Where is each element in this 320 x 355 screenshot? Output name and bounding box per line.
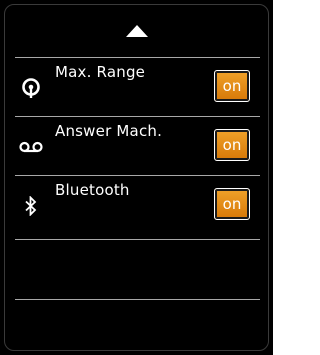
answer-machine-toggle[interactable]: on	[214, 129, 250, 161]
setting-label: Max. Range	[55, 63, 146, 81]
setting-row-answer-machine: Answer Mach. on	[5, 117, 268, 175]
settings-panel: Max. Range on Answer Mach. on Bluetooth …	[4, 4, 269, 351]
triangle-up-icon	[125, 25, 148, 37]
bluetooth-toggle[interactable]: on	[214, 188, 250, 220]
phone-screen: Max. Range on Answer Mach. on Bluetooth …	[0, 0, 273, 355]
divider	[15, 299, 260, 300]
setting-label: Bluetooth	[55, 181, 130, 199]
divider	[15, 239, 260, 240]
setting-label: Answer Mach.	[55, 122, 163, 140]
setting-row-max-range: Max. Range on	[5, 58, 268, 116]
toggle-label: on	[222, 136, 242, 154]
range-signal-icon	[19, 76, 43, 100]
setting-row-bluetooth: Bluetooth on	[5, 176, 268, 234]
scroll-up-button[interactable]	[5, 5, 268, 57]
bluetooth-icon	[19, 194, 43, 218]
toggle-label: on	[222, 77, 242, 95]
voicemail-icon	[19, 135, 43, 159]
toggle-label: on	[222, 195, 242, 213]
max-range-toggle[interactable]: on	[214, 70, 250, 102]
